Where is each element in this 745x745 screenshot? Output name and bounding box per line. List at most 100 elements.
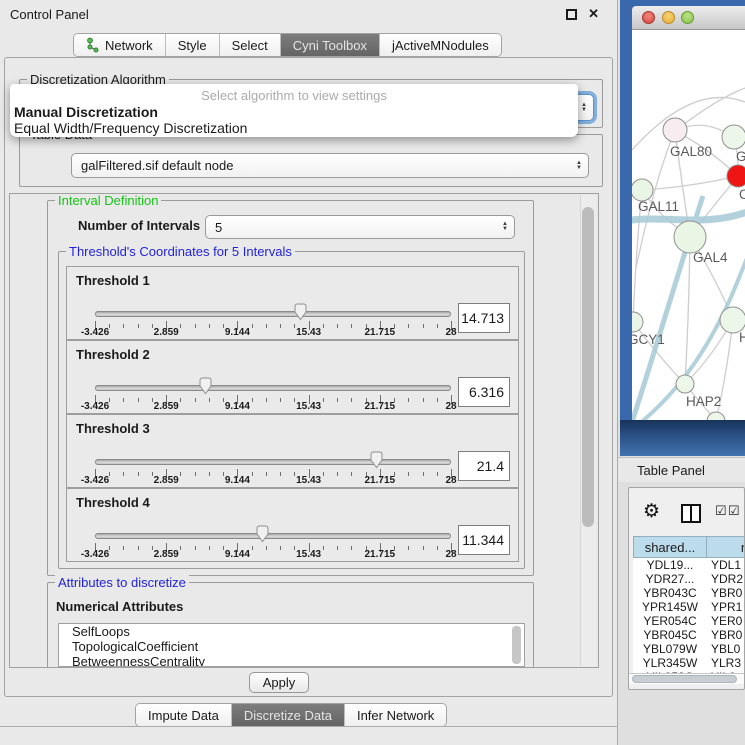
apply-button[interactable]: Apply — [249, 672, 309, 693]
tab-network[interactable]: Network — [74, 34, 165, 56]
slider-ticks — [95, 321, 451, 331]
tab-impute-data[interactable]: Impute Data — [136, 704, 231, 726]
attribute-item-topologicalcoefficient[interactable]: TopologicalCoefficient — [59, 639, 524, 654]
minimize-traffic-light[interactable] — [662, 11, 675, 24]
zoom-traffic-light[interactable] — [681, 11, 694, 24]
table-row[interactable]: YLR345WYLR3 — [633, 656, 745, 670]
cell-name: YBL0 — [707, 642, 745, 656]
numerical-attributes-label: Numerical Attributes — [56, 599, 183, 614]
tab-jactivemnodules[interactable]: jActiveMNodules — [379, 34, 501, 56]
algorithm-dropdown-popup: Select algorithm to view settings Manual… — [10, 84, 578, 137]
slider-thumb[interactable] — [255, 524, 270, 543]
network-node[interactable] — [676, 375, 694, 393]
network-node-label: GCY1 — [632, 332, 665, 347]
cell-name: YDL1 — [707, 558, 745, 572]
attributes-list[interactable]: SelfLoopsTopologicalCoefficientBetweenne… — [58, 623, 525, 667]
scrollbar-thumb[interactable] — [632, 675, 737, 683]
table-row[interactable]: YBR045CYBR0 — [633, 628, 745, 642]
top-tab-bar: Network Style Select Cyni Toolbox jActiveMNo… — [73, 33, 502, 57]
slider-thumb[interactable] — [369, 450, 384, 469]
cell-shared-name: YBR045C — [633, 628, 707, 642]
slider-ticks — [95, 469, 451, 479]
dropdown-item-manual-discretization[interactable]: Manual Discretization — [14, 104, 158, 120]
axis-tick-label: 21.715 — [365, 549, 396, 560]
network-node[interactable] — [632, 312, 643, 332]
gear-icon[interactable]: ⚙ — [643, 500, 660, 523]
table-row[interactable]: YDR27...YDR2 — [633, 572, 745, 586]
axis-tick-label: 2.859 — [154, 401, 179, 412]
network-node-label: GAL11 — [638, 199, 679, 214]
table-row[interactable]: YBL079WYBL0 — [633, 642, 745, 656]
attribute-item-selfloops[interactable]: SelfLoops — [59, 624, 524, 639]
axis-tick-label: 21.715 — [365, 475, 396, 486]
column-header-1[interactable]: shared... — [633, 536, 707, 558]
divider — [0, 726, 617, 727]
horizontal-scrollbar[interactable] — [629, 673, 744, 684]
network-node-label: HAP2 — [686, 394, 721, 409]
tab-label: Cyni Toolbox — [293, 38, 367, 53]
thresholds-group: Threshold's Coordinates for 5 Intervals … — [58, 251, 525, 569]
network-node[interactable] — [727, 165, 745, 187]
network-node[interactable] — [722, 125, 745, 149]
attribute-item-betweennesscentrality[interactable]: BetweennessCentrality — [59, 654, 524, 667]
axis-tick-label: 9.144 — [225, 327, 250, 338]
close-traffic-light[interactable] — [642, 11, 655, 24]
slider-track[interactable] — [95, 533, 451, 539]
network-canvas[interactable]: GAL80GACGAL11GAL4GCY1HHAP2 — [632, 30, 745, 420]
scrollbar-thumb[interactable] — [582, 207, 594, 527]
network-node[interactable] — [632, 179, 653, 201]
tab-discretize-data[interactable]: Discretize Data — [231, 704, 344, 726]
table-row[interactable]: YBR043CYBR0 — [633, 586, 745, 600]
tab-select[interactable]: Select — [219, 34, 280, 56]
float-window-icon[interactable] — [566, 9, 577, 20]
threshold-value-field[interactable]: 11.344 — [458, 525, 510, 555]
network-node[interactable] — [674, 221, 706, 253]
table-row[interactable]: YDL19...YDL1 — [633, 558, 745, 572]
slider-track[interactable] — [95, 311, 451, 317]
cell-shared-name: YBL079W — [633, 642, 707, 656]
cell-shared-name: YER054C — [633, 614, 707, 628]
tab-label: Select — [232, 38, 268, 53]
column-header-2[interactable]: n — [707, 536, 745, 558]
cell-name: YPR1 — [707, 600, 745, 614]
checkbox-icon[interactable]: ☑ — [728, 503, 740, 519]
checkbox-icon[interactable]: ☑ — [715, 503, 727, 519]
cell-shared-name: YBR043C — [633, 586, 707, 600]
tab-label: Network — [105, 38, 153, 53]
num-intervals-select[interactable]: 5 ▲▼ — [205, 215, 515, 239]
threshold-value-field[interactable]: 21.4 — [458, 451, 510, 481]
tab-label: jActiveMNodules — [392, 38, 489, 53]
tab-infer-network[interactable]: Infer Network — [344, 704, 446, 726]
slider-track[interactable] — [95, 385, 451, 391]
axis-tick-label: 28 — [445, 475, 456, 486]
tab-style[interactable]: Style — [165, 34, 219, 56]
list-scrollbar[interactable] — [512, 626, 521, 664]
threshold-value-field[interactable]: 6.316 — [458, 377, 510, 407]
threshold-label: Threshold 3 — [76, 421, 150, 436]
page-title: Control Panel — [10, 7, 89, 22]
threshold-value-field[interactable]: 14.713 — [458, 303, 510, 333]
table-row[interactable]: YER054CYER0 — [633, 614, 745, 628]
close-icon[interactable]: ✕ — [588, 6, 599, 22]
axis-tick-label: -3.426 — [81, 401, 109, 412]
table-data-select[interactable]: galFiltered.sif default node ▲▼ — [71, 153, 589, 178]
table-row[interactable]: YPR145WYPR1 — [633, 600, 745, 614]
split-pane-icon[interactable] — [681, 504, 701, 523]
stepper-icon: ▲▼ — [502, 222, 508, 232]
group-title: Threshold's Coordinates for 5 Intervals — [66, 244, 295, 259]
tab-cyni-toolbox[interactable]: Cyni Toolbox — [280, 34, 379, 56]
axis-tick-label: 28 — [445, 401, 456, 412]
slider-ticks — [95, 395, 451, 405]
network-node[interactable] — [663, 118, 687, 142]
slider-ticks — [95, 543, 451, 553]
dropdown-item-equal-width-frequency-discretization[interactable]: Equal Width/Frequency Discretization — [14, 120, 247, 136]
network-window-titlebar — [632, 6, 745, 30]
cell-name: YLR3 — [707, 656, 745, 670]
network-node-label: GAL80 — [670, 144, 712, 159]
slider-thumb[interactable] — [293, 302, 308, 321]
slider-thumb[interactable] — [198, 376, 213, 395]
stepper-icon: ▲▼ — [576, 161, 582, 171]
threshold-panel-1: Threshold 1-3.4262.8599.14415.4321.71528… — [66, 266, 519, 340]
axis-tick-label: 28 — [445, 549, 456, 560]
slider-track[interactable] — [95, 459, 451, 465]
